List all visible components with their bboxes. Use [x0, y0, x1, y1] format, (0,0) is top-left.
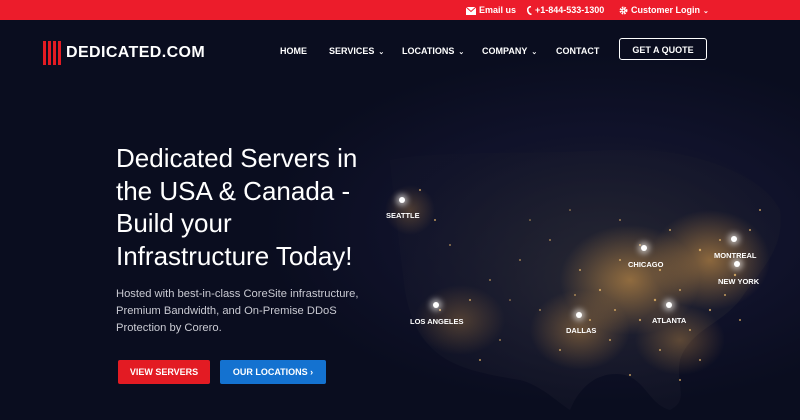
nav-locations[interactable]: LOCATIONS ⌄ [402, 43, 464, 59]
phone-icon [526, 5, 532, 16]
montreal-marker [731, 236, 737, 242]
phone-link[interactable]: +1-844-533-1300 [526, 0, 605, 20]
hero-section: SEATTLE LOS ANGELES DALLAS CHICAGO ATLAN… [0, 20, 800, 410]
headline-line: Build your [116, 208, 232, 238]
nav-locations-label: LOCATIONS [402, 46, 455, 56]
email-us-link[interactable]: Email us [465, 0, 517, 20]
city-label-atlanta: ATLANTA [652, 316, 687, 325]
our-locations-button[interactable]: OUR LOCATIONS › [220, 360, 326, 384]
hero-headline: Dedicated Servers in the USA & Canada - … [116, 142, 396, 272]
city-lights-map: SEATTLE LOS ANGELES DALLAS CHICAGO ATLAN… [380, 150, 800, 420]
headline-line: Dedicated Servers in [116, 143, 358, 173]
los-angeles-marker [433, 302, 439, 308]
headline-line: the USA & Canada - [116, 175, 351, 206]
chevron-down-icon: ⌄ [458, 49, 465, 56]
atlanta-marker [666, 302, 672, 308]
seattle-marker [399, 197, 405, 203]
top-bar: Email us +1-844-533-1300 Customer Login ⌄ [0, 0, 800, 20]
nav-services[interactable]: SERVICES ⌄ [329, 43, 384, 59]
envelope-icon [465, 6, 477, 15]
city-label-chicago: CHICAGO [628, 260, 664, 269]
gear-icon [619, 6, 628, 15]
customer-login-label: Customer Login [631, 5, 700, 15]
nav-contact[interactable]: CONTACT [556, 43, 599, 59]
city-label-los-angeles: LOS ANGELES [410, 317, 464, 326]
nav-company-label: COMPANY [482, 46, 528, 56]
phone-number: +1-844-533-1300 [535, 5, 605, 15]
nav-company[interactable]: COMPANY ⌄ [482, 43, 537, 59]
chevron-down-icon: ⌄ [703, 8, 709, 15]
headline-line: Infrastructure Today! [116, 240, 353, 271]
new-york-marker [734, 261, 740, 267]
email-us-label: Email us [479, 5, 517, 15]
logo-bars-icon [43, 41, 63, 65]
city-label-montreal: MONTREAL [714, 251, 757, 260]
hero-subtext: Hosted with best-in-class CoreSite infra… [116, 288, 359, 334]
nav-services-label: SERVICES [329, 46, 375, 56]
chevron-down-icon: ⌄ [378, 49, 385, 56]
chevron-down-icon: ⌄ [531, 49, 538, 56]
customer-login-link[interactable]: Customer Login ⌄ [619, 0, 709, 20]
city-label-dallas: DALLAS [566, 326, 597, 335]
view-servers-button[interactable]: VIEW SERVERS [118, 360, 210, 384]
dallas-marker [576, 312, 582, 318]
get-a-quote-button[interactable]: GET A QUOTE [619, 38, 707, 60]
brand-name: DEDICATED.COM [66, 44, 206, 61]
chicago-marker [641, 245, 647, 251]
city-label-new-york: NEW YORK [718, 277, 760, 286]
nav-home[interactable]: HOME [280, 43, 307, 59]
